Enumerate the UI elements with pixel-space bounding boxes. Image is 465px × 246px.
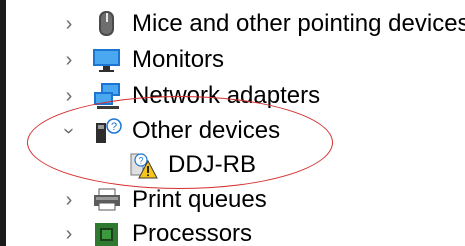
tree-item-monitors[interactable]: › Monitors (0, 44, 465, 76)
tree-item-label: Mice and other pointing devices (132, 10, 465, 37)
device-tree: › Mice and other pointing devices › Moni… (0, 0, 465, 246)
unknown-device-icon: ? (92, 117, 122, 145)
network-adapter-icon (92, 82, 122, 110)
svg-text:?: ? (138, 156, 143, 166)
tree-item-label: Processors (132, 220, 253, 246)
tree-item-label: DDJ-RB (168, 151, 256, 178)
tree-item-processors[interactable]: › Processors (0, 218, 465, 246)
chevron-right-icon[interactable]: › (60, 50, 78, 70)
tree-item-label: Network adapters (132, 82, 321, 109)
tree-item-label: Print queues (132, 186, 267, 213)
chevron-right-icon[interactable]: › (60, 190, 78, 210)
chevron-right-icon[interactable]: › (60, 86, 78, 106)
tree-item-ddj-rb[interactable]: ? DDJ-RB (0, 149, 465, 181)
device-warning-icon: ? (128, 151, 158, 179)
device-manager-tree-view: › Mice and other pointing devices › Moni… (0, 0, 465, 246)
printer-icon (92, 186, 122, 214)
monitor-icon (92, 46, 122, 74)
tree-item-network-adapters[interactable]: › Network adapters (0, 80, 465, 112)
chevron-right-icon[interactable]: › (60, 224, 78, 244)
chevron-down-icon[interactable]: › (58, 122, 80, 140)
tree-item-label: Other devices (132, 117, 281, 144)
tree-item-mice[interactable]: › Mice and other pointing devices (0, 8, 465, 40)
chevron-right-icon[interactable]: › (60, 14, 78, 34)
svg-text:?: ? (111, 121, 117, 133)
tree-item-print-queues[interactable]: › Print queues (0, 184, 465, 216)
processor-icon (92, 220, 122, 246)
tree-item-label: Monitors (132, 46, 225, 73)
tree-item-other-devices[interactable]: › ? Other devices (0, 115, 465, 147)
mouse-icon (92, 10, 122, 38)
